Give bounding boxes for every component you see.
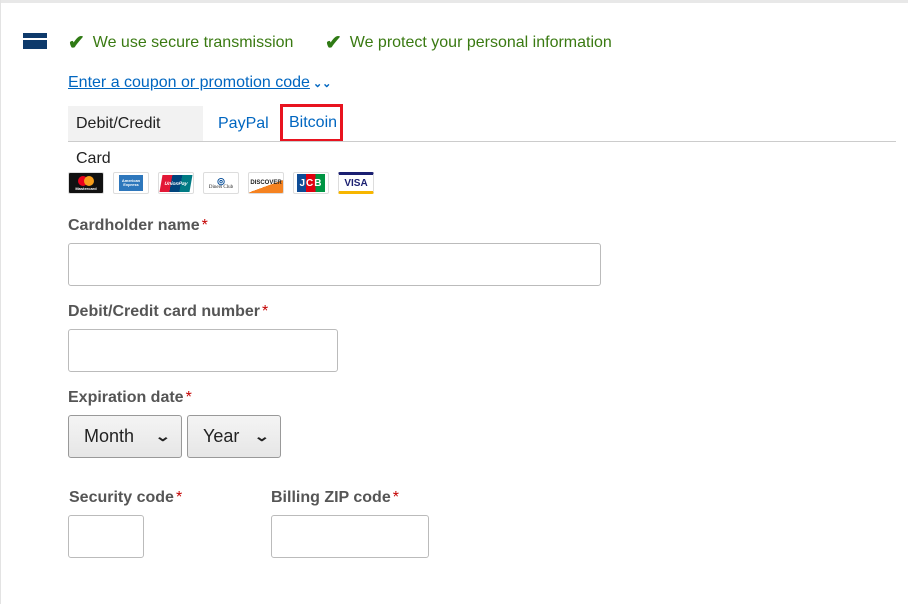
visa-logo-text: VISA	[344, 177, 368, 189]
jcb-icon: JCB	[293, 172, 329, 194]
visa-icon: VISA	[338, 172, 374, 194]
expiration-date-label: Expiration date *	[68, 389, 192, 406]
tab-paypal[interactable]: PayPal	[210, 106, 277, 141]
card-logos: Mastercard American Express UnionPay ◎ Di…	[68, 172, 374, 194]
unionpay-logo-text: UnionPay	[163, 180, 189, 186]
card-number-input[interactable]	[68, 329, 338, 372]
amex-icon: American Express	[113, 172, 149, 194]
security-code-input[interactable]	[68, 515, 144, 558]
tab-bitcoin[interactable]: Bitcoin	[280, 104, 343, 142]
checkmark-icon: ✔	[68, 32, 85, 54]
mastercard-icon: Mastercard	[68, 172, 104, 194]
checkmark-icon: ✔	[325, 32, 342, 54]
tab-divider	[68, 141, 896, 142]
billing-zip-input[interactable]	[271, 515, 429, 558]
security-code-label: Security code *	[69, 489, 183, 506]
cardholder-name-label: Cardholder name *	[68, 217, 208, 234]
diners-club-icon: ◎ Diners Club	[203, 172, 239, 194]
diners-club-logo-text: Diners Club	[208, 185, 234, 190]
discover-icon: Discover	[248, 172, 284, 194]
amex-logo-text: American Express	[119, 175, 143, 191]
tab-debit-credit-card[interactable]: Debit/Credit Card	[68, 106, 203, 167]
left-border	[0, 0, 1, 604]
double-chevron-down-icon[interactable]: ⌄⌄	[313, 77, 331, 90]
chevron-down-icon: ⌄	[154, 428, 172, 444]
mastercard-logo-text: Mastercard	[75, 185, 97, 191]
cardholder-name-input[interactable]	[68, 243, 601, 286]
top-border	[0, 0, 908, 3]
jcb-logo-text: JCB	[297, 174, 325, 192]
discover-logo-text: Discover	[250, 180, 282, 186]
credit-card-icon	[23, 33, 47, 49]
month-select[interactable]: Month ⌄	[68, 415, 182, 458]
card-number-label: Debit/Credit card number *	[68, 303, 269, 320]
coupon-link[interactable]: Enter a coupon or promotion code ⌄⌄	[68, 74, 331, 92]
coupon-link-text[interactable]: Enter a coupon or promotion code	[68, 74, 310, 91]
billing-zip-label: Billing ZIP code *	[271, 489, 399, 506]
chevron-down-icon: ⌄	[253, 428, 271, 444]
privacy-note: ✔ We protect your personal information	[325, 30, 612, 55]
secure-transmission-note: ✔ We use secure transmission	[68, 30, 293, 55]
year-select[interactable]: Year ⌄	[187, 415, 281, 458]
note-text: We protect your personal information	[349, 33, 612, 51]
unionpay-icon: UnionPay	[158, 172, 194, 194]
note-text: We use secure transmission	[92, 33, 294, 51]
